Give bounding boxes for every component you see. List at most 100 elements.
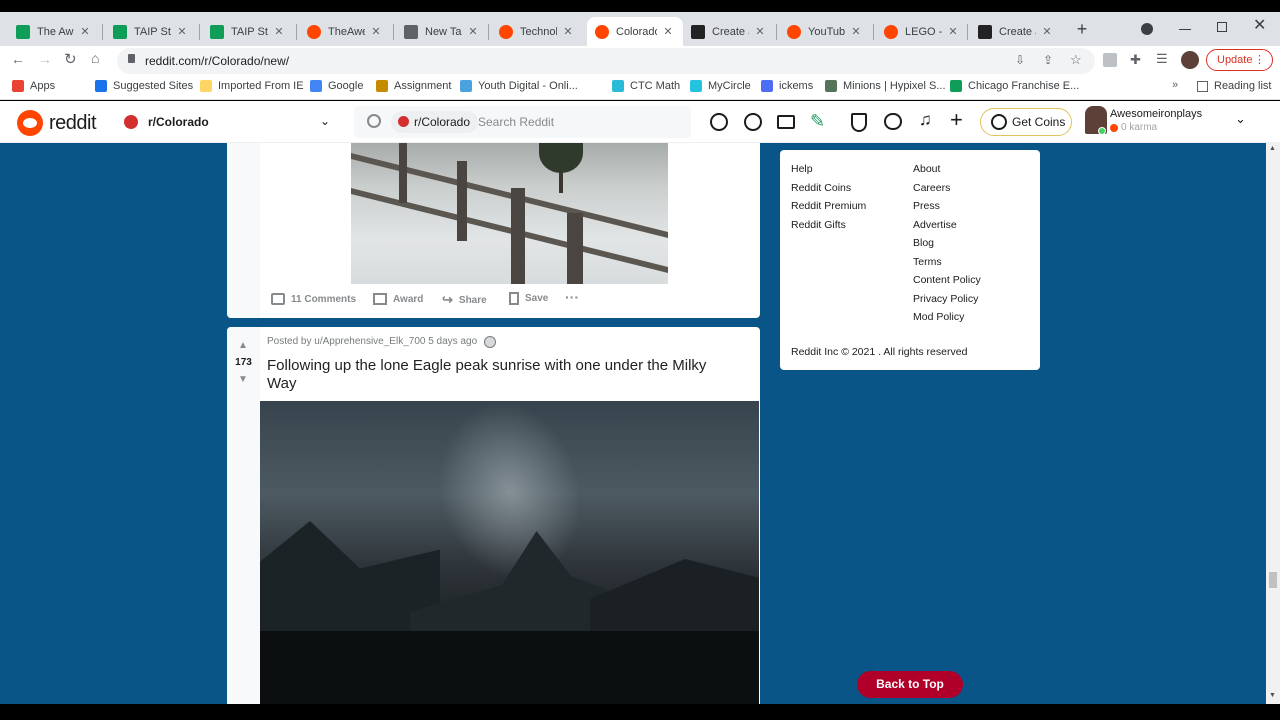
browser-tab[interactable]: TAIP Stud ✕ <box>202 17 294 46</box>
downvote-arrow-icon[interactable]: ▼ <box>238 374 248 385</box>
footer-link[interactable]: Reddit Premium <box>791 200 866 212</box>
back-to-top-button[interactable]: Back to Top <box>857 671 963 698</box>
bookmark-item[interactable]: Assignment <box>376 80 451 92</box>
mod-shield-icon[interactable] <box>851 113 867 132</box>
user-menu[interactable]: Awesomeironplays 0 karma ⌄ <box>1085 105 1253 139</box>
tab-close-icon[interactable]: ✕ <box>1040 25 1054 38</box>
browser-tab[interactable]: YouTube ✕ <box>779 17 871 46</box>
post-byline[interactable]: Posted by u/Apprehensive_Elk_700 5 days … <box>267 336 477 347</box>
reddit-logo[interactable]: reddit <box>17 110 97 136</box>
footer-link[interactable]: Advertise <box>913 219 957 231</box>
more-options-icon[interactable]: ··· <box>565 289 579 305</box>
share-button[interactable]: ↪ Share <box>442 292 487 308</box>
upvote-arrow-icon[interactable]: ▲ <box>238 340 248 351</box>
bookmark-item[interactable]: Imported From IE <box>200 80 304 92</box>
reading-list-button[interactable]: Reading list <box>1197 80 1271 92</box>
install-icon[interactable]: ⇩ <box>1015 53 1025 67</box>
browser-tab[interactable]: Colorado ✕ <box>587 17 683 46</box>
footer-link[interactable]: Terms <box>913 256 942 268</box>
bookmark-label: MyCircle <box>708 80 751 92</box>
browser-tab[interactable]: TAIP Stud ✕ <box>105 17 197 46</box>
footer-link[interactable]: Content Policy <box>913 274 981 286</box>
browser-tab[interactable]: Create a ✕ <box>683 17 775 46</box>
post-card[interactable]: 11 Comments Award ↪ Share Save ··· <box>227 143 760 318</box>
post-image-milky-way[interactable] <box>260 401 759 704</box>
tab-close-icon[interactable]: ✕ <box>753 25 767 38</box>
community-dropdown[interactable]: r/Colorado ⌄ <box>124 114 330 132</box>
address-bar[interactable]: reddit.com/r/Colorado/new/ ⇩ ⇪ ☆ <box>117 48 1095 74</box>
extensions-puzzle-icon[interactable]: ✚ <box>1130 52 1141 68</box>
footer-link[interactable]: Careers <box>913 182 950 194</box>
scroll-thumb[interactable] <box>1269 572 1277 588</box>
search-input[interactable]: Search Reddit <box>478 115 554 129</box>
create-post-plus-icon[interactable]: + <box>950 107 963 133</box>
footer-link[interactable]: Reddit Coins <box>791 182 851 194</box>
reload-icon[interactable]: ↻ <box>64 50 77 68</box>
search-bar[interactable]: r/Colorado Search Reddit <box>354 106 691 138</box>
browser-tab[interactable]: LEGO - N ✕ <box>876 17 968 46</box>
page-scrollbar[interactable]: ▲ ▼ <box>1266 143 1280 704</box>
all-stats-icon[interactable] <box>744 113 762 131</box>
home-icon[interactable]: ⌂ <box>91 50 99 66</box>
profile-avatar[interactable] <box>1181 51 1199 69</box>
media-queue-icon[interactable]: ☰ <box>1156 51 1168 67</box>
tab-close-icon[interactable]: ✕ <box>369 25 383 38</box>
community-feather-icon[interactable]: ✎ <box>810 111 825 132</box>
share-icon[interactable]: ⇪ <box>1043 53 1053 67</box>
bookmark-item[interactable]: CTC Math <box>612 80 680 92</box>
bookmark-item[interactable]: Youth Digital - Onli... <box>460 80 578 92</box>
extension-k-icon[interactable] <box>1103 53 1117 67</box>
bookmarks-overflow-icon[interactable]: » <box>1172 79 1178 91</box>
award-button[interactable]: Award <box>373 293 423 305</box>
scroll-down-arrow-icon[interactable]: ▼ <box>1269 692 1276 699</box>
scroll-up-arrow-icon[interactable]: ▲ <box>1269 145 1276 152</box>
bookmark-item[interactable]: Apps <box>12 80 55 92</box>
notifications-bell-icon[interactable]: ♫ <box>919 110 932 130</box>
rpan-video-icon[interactable] <box>777 115 795 129</box>
browser-tab[interactable]: Create a ✕ <box>970 17 1062 46</box>
bookmark-item[interactable]: Minions | Hypixel S... <box>825 80 946 92</box>
bookmark-item[interactable]: ickems <box>761 80 813 92</box>
tab-close-icon[interactable]: ✕ <box>78 25 92 38</box>
footer-link[interactable]: Blog <box>913 237 934 249</box>
tab-close-icon[interactable]: ✕ <box>561 25 575 38</box>
tab-close-icon[interactable]: ✕ <box>175 25 189 38</box>
popular-icon[interactable] <box>710 113 728 131</box>
post-image-fence[interactable] <box>351 143 668 284</box>
chat-icon[interactable] <box>884 113 902 130</box>
update-button[interactable]: Update ⋮ <box>1206 49 1273 71</box>
new-tab-button[interactable]: + <box>1073 20 1091 38</box>
post-card[interactable]: ▲ 173 ▼ Posted by u/Apprehensive_Elk_700… <box>227 327 760 704</box>
close-window-button[interactable]: ✕ <box>1253 15 1266 35</box>
get-coins-button[interactable]: Get Coins <box>980 108 1072 136</box>
forward-arrow-icon[interactable]: → <box>38 51 52 67</box>
footer-link[interactable]: About <box>913 163 940 175</box>
footer-link[interactable]: Reddit Gifts <box>791 219 846 231</box>
tab-close-icon[interactable]: ✕ <box>466 25 480 38</box>
save-button[interactable]: Save <box>509 292 548 305</box>
tab-close-icon[interactable]: ✕ <box>946 25 960 38</box>
bookmark-star-icon[interactable]: ☆ <box>1070 52 1082 68</box>
footer-link[interactable]: Mod Policy <box>913 311 964 323</box>
footer-link[interactable]: Privacy Policy <box>913 293 978 305</box>
tab-close-icon[interactable]: ✕ <box>272 25 286 38</box>
restore-button[interactable] <box>1217 22 1227 32</box>
tab-close-icon[interactable]: ✕ <box>661 25 675 38</box>
bookmark-item[interactable]: MyCircle <box>690 80 751 92</box>
search-community-chip[interactable]: r/Colorado <box>391 111 479 133</box>
post-title[interactable]: Following up the lone Eagle peak sunrise… <box>267 357 737 393</box>
bookmark-item[interactable]: Suggested Sites <box>95 80 193 92</box>
tab-search-icon[interactable] <box>1141 23 1153 35</box>
browser-tab[interactable]: TheAwes ✕ <box>299 17 391 46</box>
bookmark-item[interactable]: Chicago Franchise E... <box>950 80 1079 92</box>
back-arrow-icon[interactable]: ← <box>11 51 25 67</box>
minimize-button[interactable] <box>1179 19 1191 30</box>
bookmark-item[interactable]: Google <box>310 80 363 92</box>
browser-tab[interactable]: Technobl ✕ <box>491 17 583 46</box>
comments-button[interactable]: 11 Comments <box>271 293 356 305</box>
tab-close-icon[interactable]: ✕ <box>849 25 863 38</box>
browser-tab[interactable]: New Tab ✕ <box>396 17 488 46</box>
footer-link[interactable]: Press <box>913 200 940 212</box>
browser-tab[interactable]: The Awes ✕ <box>8 17 100 46</box>
footer-link[interactable]: Help <box>791 163 813 175</box>
